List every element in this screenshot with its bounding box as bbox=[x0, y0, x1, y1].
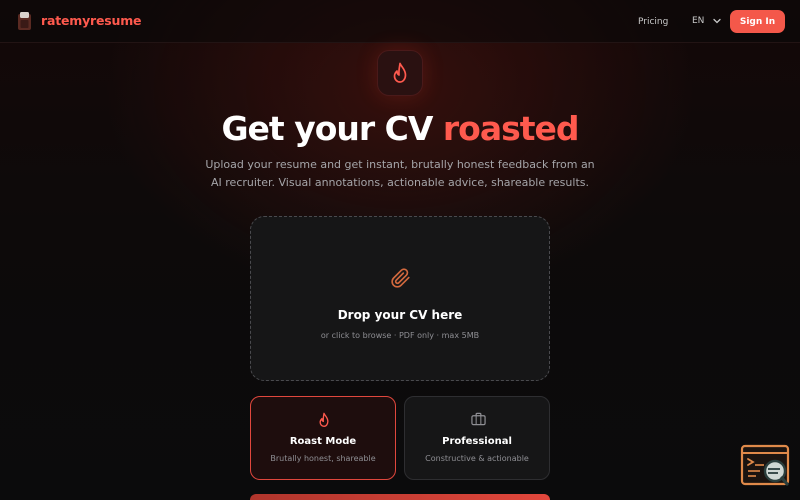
page-title-main: Get your CV bbox=[221, 109, 443, 148]
chevron-down-icon bbox=[713, 18, 722, 24]
dropzone-title: Drop your CV here bbox=[337, 308, 463, 322]
brand-name: ratemyresume bbox=[41, 13, 142, 28]
roast-mode-card[interactable]: Roast Mode Brutally honest, shareable bbox=[250, 396, 396, 480]
brand-logo-icon bbox=[18, 12, 31, 30]
support-chat-widget[interactable] bbox=[740, 444, 792, 490]
flame-icon bbox=[393, 62, 407, 83]
sign-in-button[interactable]: Sign In bbox=[730, 10, 785, 33]
terminal-search-icon bbox=[740, 444, 790, 486]
professional-mode-description: Constructive & actionable bbox=[425, 454, 529, 463]
paperclip-icon bbox=[391, 268, 410, 288]
flame-icon bbox=[319, 412, 329, 427]
page-title-accent: roasted bbox=[442, 109, 580, 148]
professional-mode-title: Professional bbox=[442, 436, 512, 447]
page-subtitle: Upload your resume and get instant, brut… bbox=[205, 158, 595, 189]
cv-dropzone[interactable]: Drop your CV here or click to browse · P… bbox=[250, 216, 550, 381]
language-selector[interactable]: EN bbox=[692, 15, 722, 27]
language-label: EN bbox=[692, 16, 705, 26]
roast-mode-title: Roast Mode bbox=[289, 436, 357, 447]
hero-flame-badge bbox=[377, 50, 423, 96]
professional-mode-card[interactable]: Professional Constructive & actionable bbox=[404, 396, 550, 480]
briefcase-icon bbox=[471, 412, 486, 426]
brand-link[interactable]: ratemyresume bbox=[18, 12, 142, 30]
dropzone-hint: or click to browse · PDF only · max 5MB bbox=[320, 331, 480, 340]
nav-pricing-link[interactable]: Pricing bbox=[638, 16, 668, 28]
roast-mode-description: Brutally honest, shareable bbox=[270, 454, 376, 463]
page-title: Get your CV roasted bbox=[0, 108, 800, 150]
top-nav: ratemyresume Pricing EN Sign In bbox=[0, 0, 800, 43]
roast-submit-button[interactable] bbox=[250, 494, 550, 500]
